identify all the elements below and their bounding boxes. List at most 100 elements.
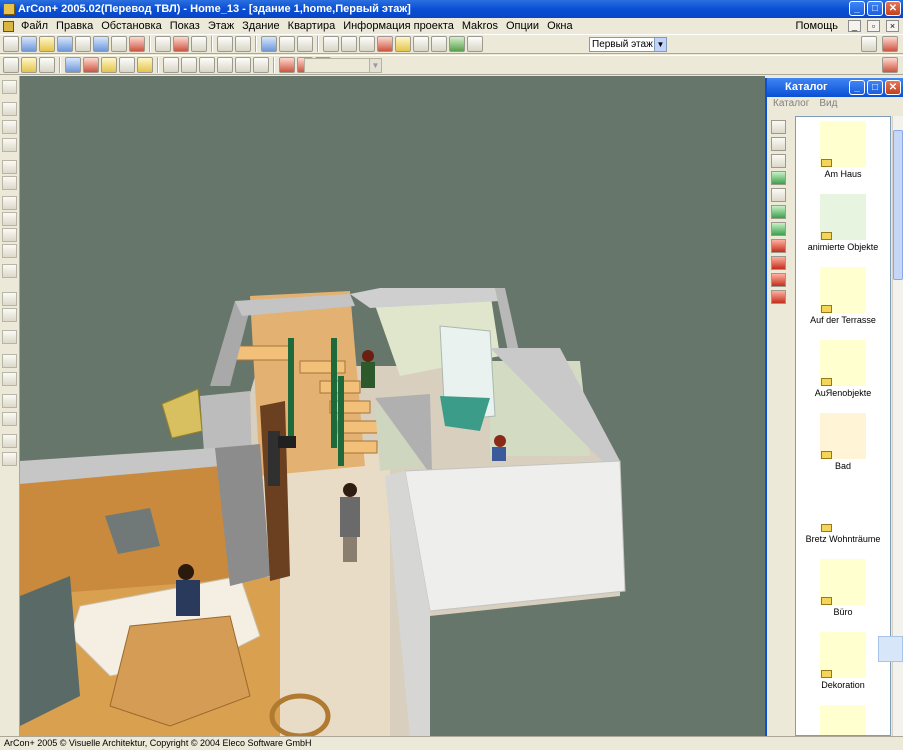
spellcheck-icon[interactable] bbox=[279, 36, 295, 52]
material-icon[interactable] bbox=[2, 412, 17, 426]
floor-select[interactable]: Первый этаж ▼ bbox=[589, 37, 667, 52]
catalog-item[interactable]: Am Haus bbox=[796, 117, 890, 190]
grid-view-icon[interactable] bbox=[771, 137, 786, 151]
menu-options[interactable]: Опции bbox=[502, 20, 543, 32]
menu-floor[interactable]: Этаж bbox=[204, 20, 238, 32]
menu-project-info[interactable]: Информация проекта bbox=[339, 20, 458, 32]
save-icon[interactable] bbox=[57, 36, 73, 52]
print-icon[interactable] bbox=[111, 36, 127, 52]
texture-icon[interactable] bbox=[101, 57, 117, 73]
pen-icon[interactable] bbox=[2, 354, 17, 368]
menu-windows[interactable]: Окна bbox=[543, 20, 577, 32]
light-icon[interactable] bbox=[395, 36, 411, 52]
window-insert-icon[interactable] bbox=[2, 196, 17, 210]
import-icon[interactable] bbox=[129, 36, 145, 52]
material-icon[interactable] bbox=[771, 222, 786, 236]
new-project-icon[interactable] bbox=[21, 36, 37, 52]
catalog-item[interactable]: Bretz Wohnträume bbox=[796, 482, 890, 555]
nav-arrows-icon[interactable] bbox=[181, 57, 197, 73]
doc-minimize-button[interactable]: _ bbox=[848, 20, 861, 32]
light-source-icon[interactable] bbox=[2, 330, 17, 344]
layers-icon[interactable] bbox=[771, 188, 786, 202]
3d-viewport[interactable] bbox=[20, 76, 765, 736]
brush-icon[interactable] bbox=[2, 394, 17, 408]
wall-icon[interactable] bbox=[341, 36, 357, 52]
catalog-maximize-button[interactable]: □ bbox=[867, 80, 883, 95]
furnish-mode-icon[interactable] bbox=[21, 57, 37, 73]
catalog-item[interactable]: Auf der Terrasse bbox=[796, 263, 890, 336]
undo-icon[interactable] bbox=[217, 36, 233, 52]
email-icon[interactable] bbox=[93, 36, 109, 52]
redo-icon[interactable] bbox=[235, 36, 251, 52]
sun-icon[interactable] bbox=[137, 57, 153, 73]
nav-arrows-icon[interactable] bbox=[217, 57, 233, 73]
menu-file[interactable]: Файл bbox=[17, 20, 52, 32]
roof-icon[interactable] bbox=[2, 244, 17, 258]
book-icon[interactable] bbox=[861, 36, 877, 52]
side-tab[interactable] bbox=[878, 636, 903, 662]
catalog-minimize-button[interactable]: _ bbox=[849, 80, 865, 95]
text-icon[interactable] bbox=[413, 36, 429, 52]
doc-restore-button[interactable]: ▫ bbox=[867, 20, 880, 32]
car-icon[interactable] bbox=[173, 36, 189, 52]
level-icon[interactable] bbox=[2, 308, 17, 322]
exit-icon[interactable] bbox=[882, 57, 898, 73]
catalog-item[interactable]: Bad bbox=[796, 409, 890, 482]
nav-arrows-icon[interactable] bbox=[163, 57, 179, 73]
catalog-menu-catalog[interactable]: Каталог bbox=[773, 97, 809, 111]
pattern-icon[interactable] bbox=[323, 36, 339, 52]
paint-icon[interactable] bbox=[771, 239, 786, 253]
menu-view[interactable]: Показ bbox=[166, 20, 204, 32]
save-as-icon[interactable] bbox=[75, 36, 91, 52]
nav-arrows-icon[interactable] bbox=[199, 57, 215, 73]
snap-icon[interactable] bbox=[2, 160, 17, 174]
menu-makros[interactable]: Makros bbox=[458, 20, 502, 32]
menu-help[interactable]: Помощь bbox=[792, 20, 843, 32]
folder-icon[interactable] bbox=[771, 120, 786, 134]
catalog-item[interactable] bbox=[796, 701, 890, 735]
menu-furnishing[interactable]: Обстановка bbox=[97, 20, 165, 32]
list-icon[interactable] bbox=[467, 36, 483, 52]
window-icon[interactable] bbox=[771, 273, 786, 287]
catalog-close-button[interactable]: ✕ bbox=[885, 80, 901, 95]
catalog-list[interactable]: Am Haus animierte Objekte Auf der Terras… bbox=[795, 116, 891, 736]
doc-close-button[interactable]: × bbox=[886, 20, 899, 32]
zoom-icon[interactable] bbox=[261, 36, 277, 52]
plan-view-icon[interactable] bbox=[39, 57, 55, 73]
new-file-icon[interactable] bbox=[3, 36, 19, 52]
door-icon[interactable] bbox=[771, 256, 786, 270]
landscape-icon[interactable] bbox=[771, 205, 786, 219]
measure-icon[interactable] bbox=[2, 264, 17, 278]
stairs-icon[interactable] bbox=[2, 228, 17, 242]
design-mode-icon[interactable] bbox=[3, 57, 19, 73]
maximize-button[interactable]: □ bbox=[867, 1, 883, 16]
room-draw-icon[interactable] bbox=[2, 138, 17, 152]
catalog-item[interactable]: animierte Objekte bbox=[796, 190, 890, 263]
mirror-icon[interactable] bbox=[2, 292, 17, 306]
filter-icon[interactable] bbox=[771, 154, 786, 168]
pointer-icon[interactable] bbox=[2, 80, 17, 94]
dots-icon[interactable] bbox=[119, 57, 135, 73]
move-icon[interactable] bbox=[449, 36, 465, 52]
catalog-item[interactable]: Dekoration bbox=[796, 628, 890, 701]
eraser-icon[interactable] bbox=[2, 434, 17, 448]
render-icon[interactable] bbox=[83, 57, 99, 73]
open-icon[interactable] bbox=[39, 36, 55, 52]
delete-icon[interactable] bbox=[2, 176, 17, 190]
paint-bucket-icon[interactable] bbox=[2, 372, 17, 386]
catalog-item[interactable]: AuЯenobjekte bbox=[796, 336, 890, 409]
nav-arrows-icon[interactable] bbox=[235, 57, 251, 73]
grid-icon[interactable] bbox=[297, 36, 313, 52]
dimension-icon[interactable] bbox=[431, 36, 447, 52]
door-tool-icon[interactable] bbox=[377, 36, 393, 52]
minimize-button[interactable]: _ bbox=[849, 1, 865, 16]
copy-icon[interactable] bbox=[191, 36, 207, 52]
close-button[interactable]: ✕ bbox=[885, 1, 901, 16]
menu-apartment[interactable]: Квартира bbox=[284, 20, 340, 32]
catalog-toggle-icon[interactable] bbox=[882, 36, 898, 52]
menu-building[interactable]: Здание bbox=[238, 20, 284, 32]
window-tool-icon[interactable] bbox=[359, 36, 375, 52]
door-insert-icon[interactable] bbox=[2, 212, 17, 226]
wall-draw-icon[interactable] bbox=[2, 120, 17, 134]
globe-icon[interactable] bbox=[65, 57, 81, 73]
